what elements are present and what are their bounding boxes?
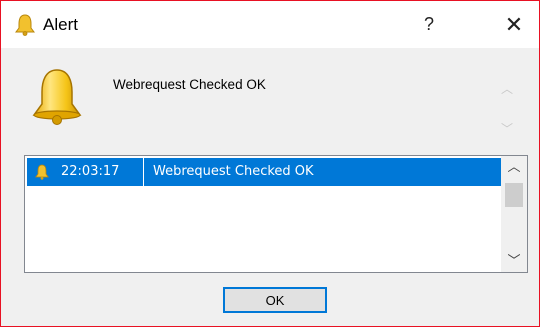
alert-row-message: Webrequest Checked OK (153, 164, 314, 179)
bell-icon (32, 69, 82, 125)
close-button[interactable]: ✕ (489, 1, 539, 48)
chevron-down-icon[interactable]: ﹀ (501, 250, 527, 272)
list-scrollbar[interactable]: ︿ ﹀ (501, 156, 527, 272)
alert-window: Alert ? ✕ Webrequest Checked OK ︿ ﹀ 22:0… (0, 0, 540, 327)
alert-time: 22:03:17 (61, 164, 120, 179)
alert-message: Webrequest Checked OK (113, 77, 266, 92)
bell-icon (35, 164, 49, 180)
alert-history-list[interactable]: 22:03:17 Webrequest Checked OK ︿ ﹀ (24, 155, 528, 273)
title-bar[interactable]: Alert ? ✕ (1, 1, 539, 48)
bell-icon (15, 14, 35, 36)
help-button[interactable]: ? (404, 1, 454, 48)
chevron-up-icon[interactable]: ︿ (501, 156, 527, 178)
list-item[interactable]: 22:03:17 Webrequest Checked OK (27, 158, 501, 186)
window-title: Alert (43, 15, 78, 34)
column-divider (143, 158, 144, 186)
chevron-down-icon[interactable]: ﹀ (498, 120, 516, 138)
chevron-up-icon[interactable]: ︿ (498, 80, 516, 98)
message-scrollbar[interactable]: ︿ ﹀ (498, 74, 516, 144)
ok-button[interactable]: OK (223, 287, 327, 313)
scrollbar-thumb[interactable] (505, 183, 523, 207)
